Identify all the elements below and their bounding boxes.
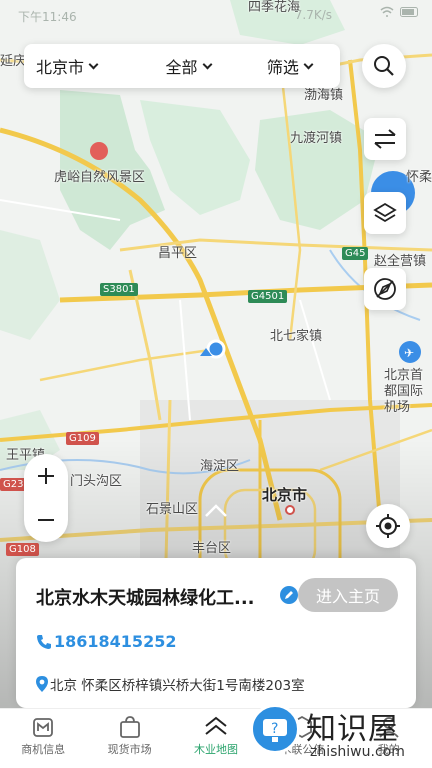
chevron-up-icon bbox=[205, 716, 227, 735]
label-changping: 昌平区 bbox=[158, 246, 198, 261]
shopping-bag-icon bbox=[119, 716, 140, 738]
scenic-poi-icon[interactable] bbox=[90, 142, 108, 160]
city-center-marker bbox=[285, 505, 295, 515]
svg-text:✈: ✈ bbox=[404, 346, 414, 360]
company-card[interactable]: 北京水木天城园林绿化工... 进入主页 18618415252 北京 怀柔区桥梓… bbox=[16, 558, 416, 708]
edit-icon[interactable] bbox=[280, 586, 298, 604]
filter-bar: 北京市 全部 筛选 bbox=[24, 44, 340, 88]
label-airport: 北京首都国际机场 bbox=[384, 368, 424, 415]
phone-number: 18618415252 bbox=[54, 632, 177, 651]
compass-icon bbox=[374, 278, 396, 300]
label-beijing: 北京市 bbox=[262, 486, 308, 504]
shield-s3801: S3801 bbox=[100, 283, 138, 296]
locate-icon bbox=[376, 514, 400, 538]
label-jiuduhe: 九渡河镇 bbox=[290, 131, 343, 146]
address-text: 北京 怀柔区桥梓镇兴桥大街1号南楼203室 bbox=[50, 678, 305, 694]
enter-homepage-button[interactable]: 进入主页 bbox=[298, 578, 398, 612]
shield-g109: G109 bbox=[66, 432, 99, 445]
nav-item-map[interactable]: 木业地图 bbox=[173, 709, 259, 768]
label-huairou: 怀柔 bbox=[406, 170, 432, 185]
label-yanqing: 延庆 bbox=[0, 54, 27, 69]
search-icon bbox=[374, 56, 394, 76]
filter-dropdown[interactable]: 筛选 bbox=[239, 54, 340, 78]
nav-item-business[interactable]: 商机信息 bbox=[0, 709, 86, 768]
city-dropdown[interactable]: 北京市 bbox=[24, 54, 137, 78]
label-mentougou: 门头沟区 bbox=[70, 474, 123, 489]
wifi-icon bbox=[380, 6, 394, 17]
svg-text:?: ? bbox=[271, 721, 278, 737]
watermark: ? 知识屋 zhishiwu.com bbox=[250, 704, 432, 768]
watermark-url: zhishiwu.com bbox=[310, 744, 405, 760]
shield-g45: G45 bbox=[342, 247, 369, 260]
search-button[interactable] bbox=[362, 44, 406, 88]
label-zhaoquanying: 赵全营镇 bbox=[374, 254, 427, 269]
address-row: 北京 怀柔区桥梓镇兴桥大街1号南楼203室 bbox=[36, 674, 305, 694]
status-time: 下午11:46 bbox=[18, 10, 77, 24]
zoom-in-button[interactable] bbox=[24, 454, 68, 498]
label-fengtai: 丰台区 bbox=[192, 541, 232, 556]
plus-icon bbox=[38, 468, 54, 484]
layers-button[interactable] bbox=[364, 192, 406, 234]
layers-icon bbox=[373, 202, 397, 223]
nav-label: 商机信息 bbox=[21, 743, 66, 756]
company-name: 北京水木天城园林绿化工... bbox=[36, 588, 255, 609]
chevron-down-icon bbox=[88, 59, 99, 69]
watermark-title: 知识屋 bbox=[306, 712, 399, 747]
chevron-down-icon bbox=[202, 59, 212, 69]
nav-label: 木业地图 bbox=[193, 743, 238, 756]
swap-icon bbox=[374, 129, 396, 149]
battery-icon bbox=[400, 7, 418, 17]
phone-icon bbox=[37, 634, 51, 649]
status-bar: 下午11:46 7.7K/s bbox=[0, 0, 432, 30]
zoom-control bbox=[24, 454, 68, 542]
city-dropdown-label: 北京市 bbox=[36, 58, 85, 77]
locate-button[interactable] bbox=[366, 504, 410, 548]
filter-dropdown-label: 筛选 bbox=[266, 58, 299, 77]
compass-button[interactable] bbox=[364, 268, 406, 310]
phone-link[interactable]: 18618415252 bbox=[36, 632, 176, 651]
minus-icon bbox=[38, 519, 54, 521]
nav-item-market[interactable]: 现货市场 bbox=[86, 709, 172, 768]
status-net-speed: 7.7K/s bbox=[294, 8, 332, 22]
shield-g108: G108 bbox=[6, 543, 39, 556]
label-haidian: 海淀区 bbox=[200, 459, 240, 474]
nav-label: 现货市场 bbox=[107, 743, 152, 756]
business-icon bbox=[33, 718, 54, 737]
shield-g4501: G4501 bbox=[248, 290, 288, 303]
zoom-out-button[interactable] bbox=[24, 498, 68, 542]
category-dropdown-label: 全部 bbox=[165, 58, 198, 77]
chevron-down-icon bbox=[303, 59, 314, 69]
label-huyu: 虎峪自然风景区 bbox=[54, 170, 146, 185]
location-pin-icon bbox=[36, 676, 48, 692]
label-beiqijia: 北七家镇 bbox=[270, 329, 323, 344]
watermark-logo-icon: ? bbox=[250, 704, 300, 754]
label-shijingshan: 石景山区 bbox=[146, 502, 199, 517]
switch-view-button[interactable] bbox=[364, 118, 406, 160]
status-icons bbox=[380, 6, 420, 18]
category-dropdown[interactable]: 全部 bbox=[137, 54, 238, 78]
